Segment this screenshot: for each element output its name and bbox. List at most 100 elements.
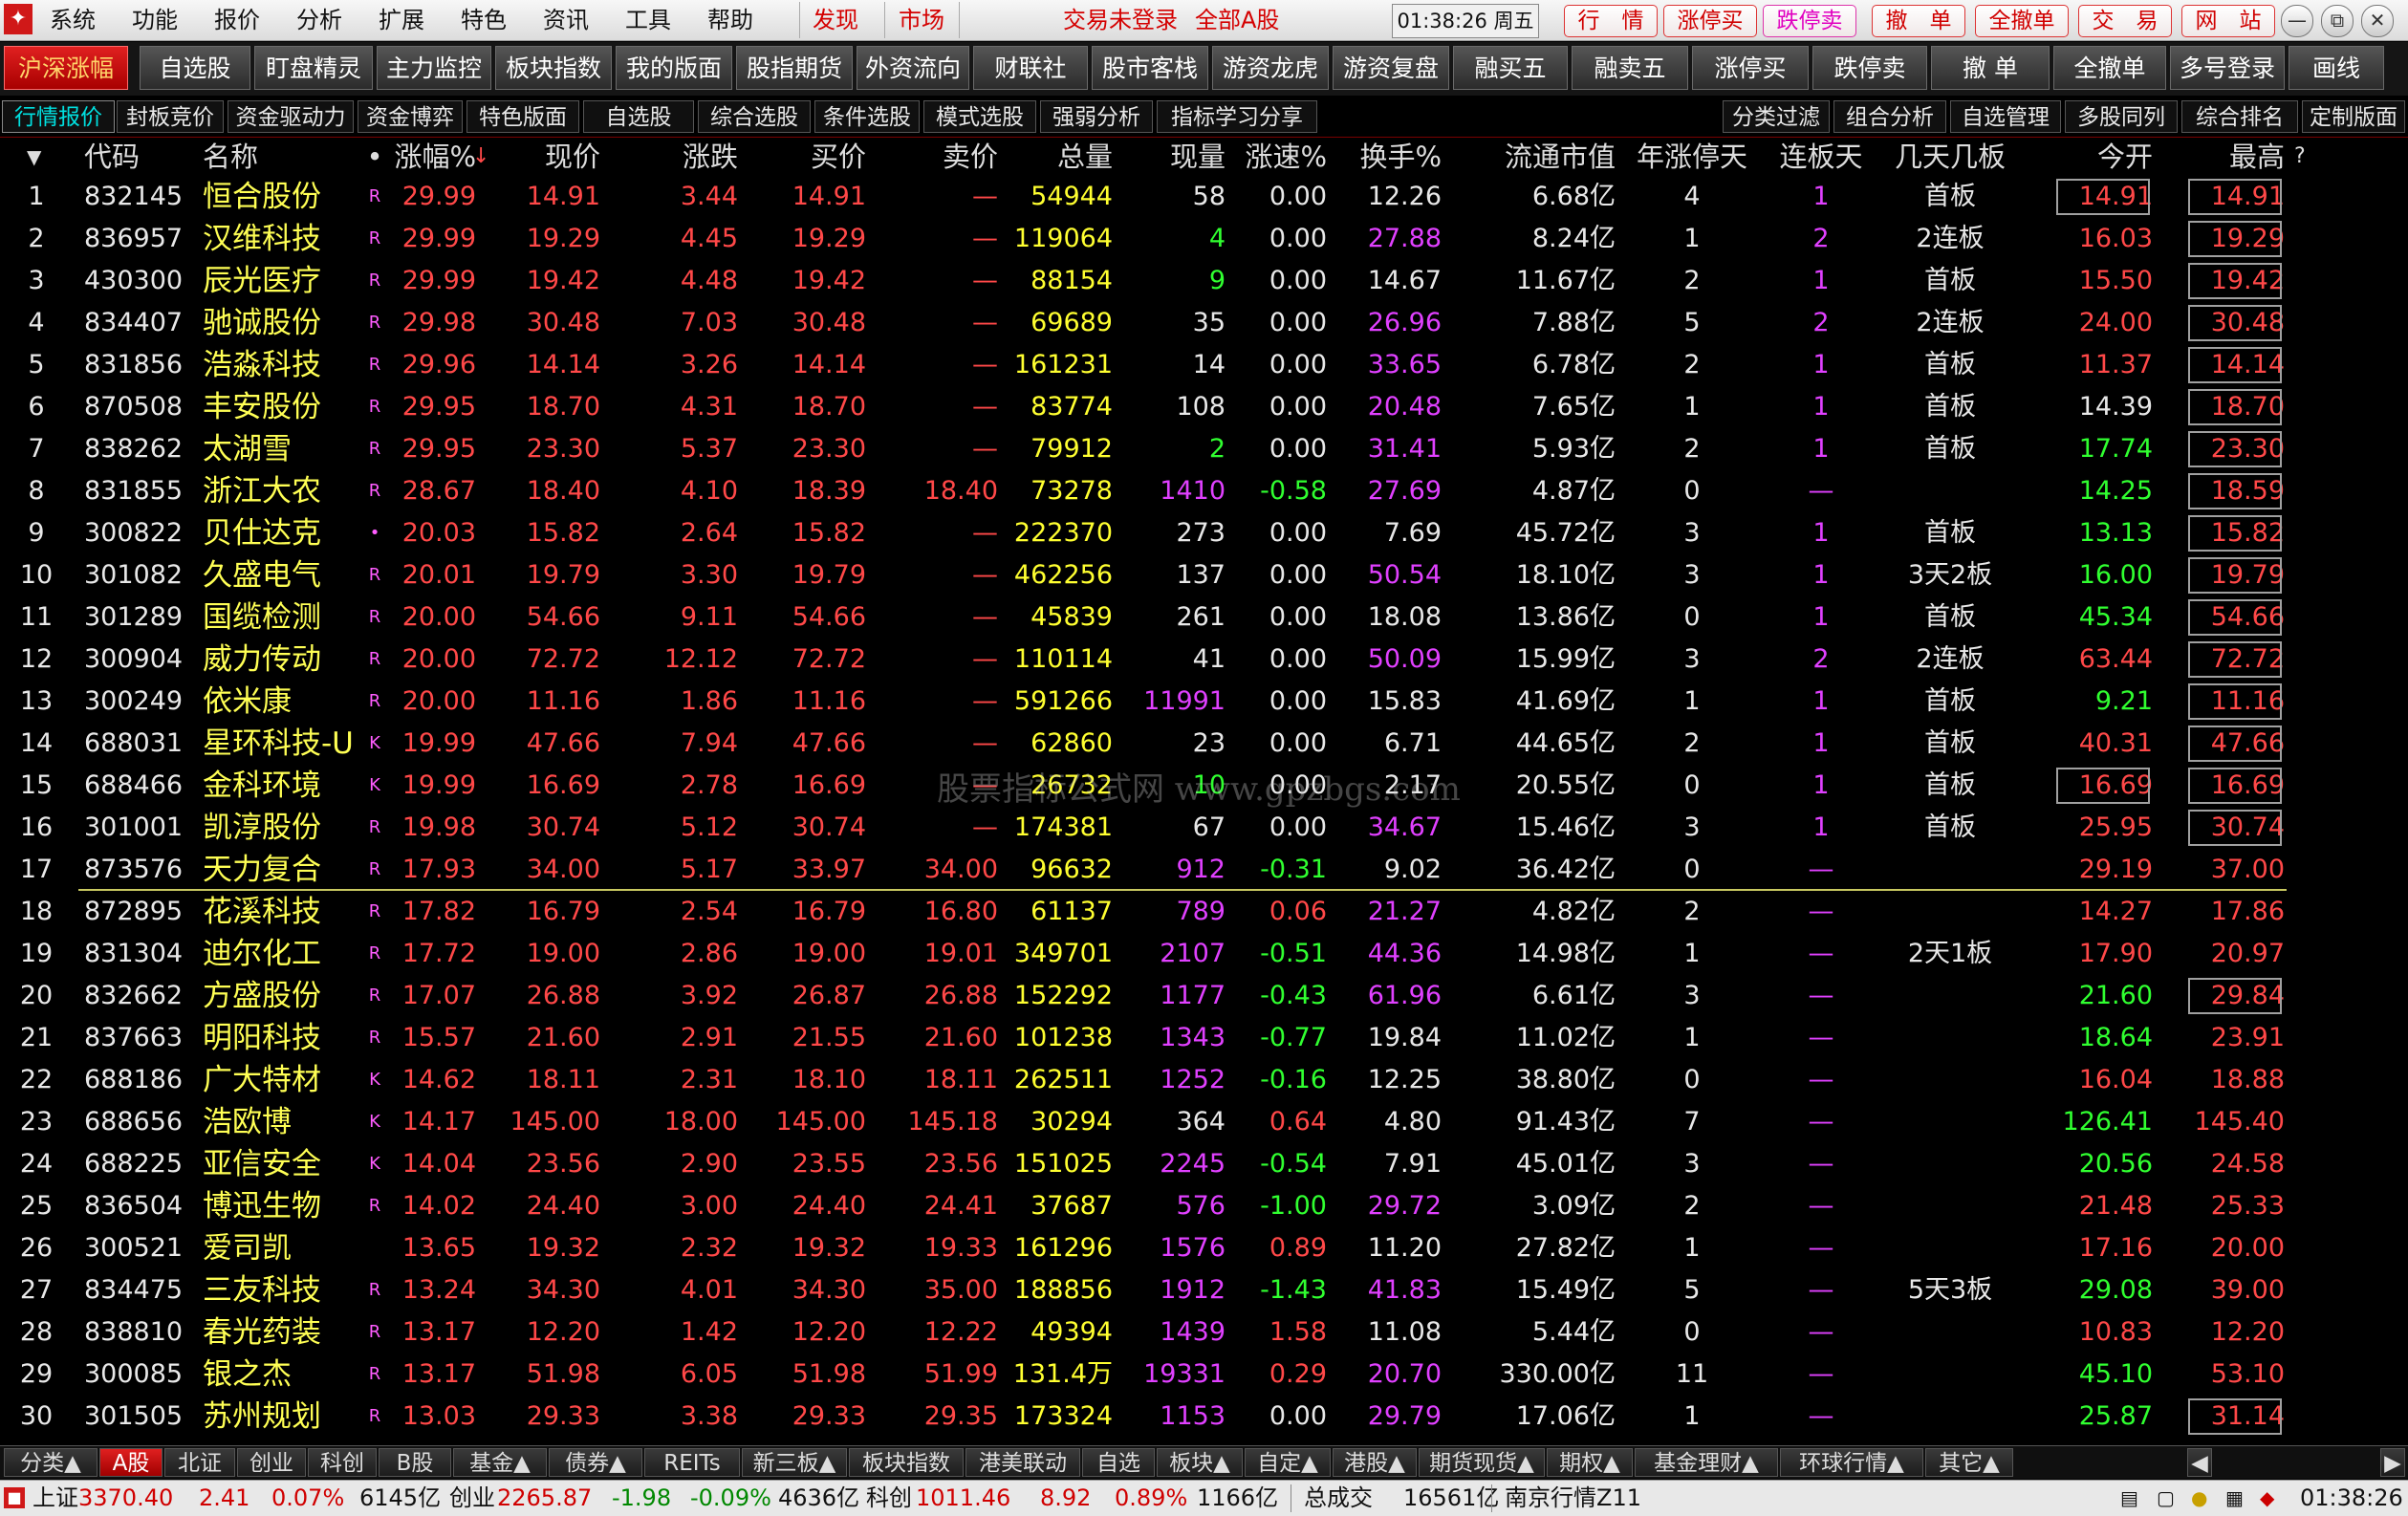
table-row[interactable]: 14 688031 星环科技-U K 19.99 47.66 7.94 47.66 — 62860… [0, 723, 2408, 765]
cell-name[interactable]: 天力复合 [203, 849, 346, 891]
cell-code[interactable]: 688656 [84, 1101, 184, 1143]
table-row[interactable]: 1 832145 恒合股份 R 29.99 14.91 3.44 14.91 — 54944 58 0… [0, 176, 2408, 218]
cell-code[interactable]: 832145 [84, 176, 184, 218]
table-row[interactable]: 3 430300 辰光医疗 R 29.99 19.42 4.48 19.42 — 88154 9 0.… [0, 260, 2408, 302]
module-button[interactable]: 游资复盘 [1333, 46, 1449, 90]
module-button[interactable]: 财联社 [973, 46, 1088, 90]
column-header-high[interactable]: 最高 [2185, 138, 2285, 176]
sub-tab-right[interactable]: 综合排名 [2181, 100, 2298, 133]
table-row[interactable]: 9 300822 贝仕达克 • 20.03 15.82 2.64 15.82 — 222370 27… [0, 512, 2408, 554]
column-header-cap[interactable]: 流通市值 [1464, 138, 1616, 176]
scroll-left-icon[interactable]: ◀ [2187, 1448, 2212, 1477]
module-button[interactable]: 沪深涨幅 [4, 46, 128, 90]
cell-name[interactable]: 丰安股份 [203, 386, 346, 428]
table-row[interactable]: 12 300904 威力传动 R 20.00 72.72 12.12 72.72—110114… [0, 639, 2408, 681]
module-button[interactable]: 股市客栈 [1092, 46, 1208, 90]
cell-code[interactable]: 836504 [84, 1185, 184, 1227]
cell-code[interactable]: 300521 [84, 1227, 184, 1269]
menu-function[interactable]: 功能 [132, 0, 178, 40]
cell-name[interactable]: 苏州规划 [203, 1396, 346, 1438]
category-tab[interactable]: 基金▲ [453, 1448, 547, 1477]
trade-button[interactable]: 交 易 [2078, 5, 2172, 37]
sub-tab-right[interactable]: 多股同列 [2065, 100, 2178, 133]
cell-name[interactable]: 依米康 [203, 681, 346, 723]
column-header-turn[interactable]: 换手% [1338, 138, 1442, 176]
column-header-pct[interactable]: 涨幅% [386, 138, 476, 176]
column-header-ask[interactable]: 卖价 [885, 138, 998, 176]
close-icon[interactable]: ✕ [2361, 5, 2394, 37]
cell-code[interactable]: 300822 [84, 512, 184, 554]
cell-name[interactable]: 浩欧博 [203, 1101, 346, 1143]
header-dropdown-icon[interactable]: ▼ [27, 138, 41, 176]
cell-code[interactable]: 836957 [84, 218, 184, 260]
document-icon[interactable]: ▢ [2157, 1481, 2175, 1516]
cell-name[interactable]: 浩淼科技 [203, 344, 346, 386]
table-row[interactable]: 5 831856 浩淼科技 R 29.96 14.14 3.26 14.14 — 161231 14… [0, 344, 2408, 386]
cell-name[interactable]: 方盛股份 [203, 975, 346, 1017]
help-icon[interactable]: ? [2294, 138, 2306, 176]
cell-name[interactable]: 三友科技 [203, 1269, 346, 1311]
cell-code[interactable]: 834407 [84, 302, 184, 344]
menu-analysis[interactable]: 分析 [296, 0, 342, 40]
cell-name[interactable]: 春光药装 [203, 1311, 346, 1354]
cell-name[interactable]: 驰诚股份 [203, 302, 346, 344]
module-button[interactable]: 融买五 [1453, 46, 1568, 90]
table-row[interactable]: 26 300521 爱司凯 13.65 19.32 2.32 19.32 19.33 16129… [0, 1227, 2408, 1269]
cell-code[interactable]: 301082 [84, 554, 184, 596]
menu-quote[interactable]: 报价 [214, 0, 260, 40]
scroll-right-icon[interactable]: ▶ [2380, 1448, 2405, 1477]
cell-name[interactable]: 久盛电气 [203, 554, 346, 596]
cell-code[interactable]: 832662 [84, 975, 184, 1017]
cell-code[interactable]: 872895 [84, 891, 184, 933]
table-row[interactable]: 6 870508 丰安股份 R 29.95 18.70 4.31 18.70 — 83774 108… [0, 386, 2408, 428]
category-tab[interactable]: 分类▲ [4, 1448, 98, 1477]
cell-code[interactable]: 834475 [84, 1269, 184, 1311]
menu-market[interactable]: 市场 [899, 0, 944, 40]
table-row[interactable]: 30 301505 苏州规划 R 13.03 29.33 3.38 29.33 29.35 173… [0, 1396, 2408, 1438]
category-tab[interactable]: 期权▲ [1547, 1448, 1633, 1477]
cell-code[interactable]: 301001 [84, 807, 184, 849]
category-tab[interactable]: B股 [379, 1448, 451, 1477]
sub-tab[interactable]: 条件选股 [814, 100, 920, 133]
table-row[interactable]: 16 301001 凯淳股份 R 19.98 30.74 5.12 30.74 — 174381 6… [0, 807, 2408, 849]
cancel-order-button[interactable]: 撤 单 [1872, 5, 1965, 37]
module-button[interactable]: 融卖五 [1572, 46, 1688, 90]
limit-up-buy-button[interactable]: 涨停买 [1663, 5, 1757, 37]
cell-code[interactable]: 300904 [84, 639, 184, 681]
website-button[interactable]: 网 站 [2181, 5, 2275, 37]
module-button[interactable]: 我的版面 [616, 46, 732, 90]
cell-name[interactable]: 金科环境 [203, 765, 346, 807]
grid-icon[interactable]: ▦ [2225, 1481, 2244, 1516]
cell-name[interactable]: 恒合股份 [203, 176, 346, 218]
module-button[interactable]: 撤 单 [1931, 46, 2050, 90]
module-button[interactable]: 跌停卖 [1812, 46, 1927, 90]
table-row[interactable]: 23 688656 浩欧博 K 14.17 145.00 18.00 145.00 145.18… [0, 1101, 2408, 1143]
column-header-chg[interactable]: 涨跌 [621, 138, 738, 176]
table-row[interactable]: 21 837663 明阳科技 R 15.57 21.60 2.91 21.55 21.60 101… [0, 1017, 2408, 1059]
cell-name[interactable]: 太湖雪 [203, 428, 346, 470]
cell-code[interactable]: 873576 [84, 849, 184, 891]
sub-tab[interactable]: 综合选股 [698, 100, 811, 133]
cell-code[interactable]: 688186 [84, 1059, 184, 1101]
module-button[interactable]: 外资流向 [857, 46, 969, 90]
limit-down-sell-button[interactable]: 跌停卖 [1763, 5, 1856, 37]
module-button[interactable]: 自选股 [140, 46, 250, 90]
category-tab[interactable]: 创业 [237, 1448, 306, 1477]
cell-code[interactable]: 831304 [84, 933, 184, 975]
column-header-pattern[interactable]: 几天几板 [1879, 138, 2021, 176]
column-header-code[interactable]: 代码 [84, 138, 184, 176]
category-tab[interactable]: 其它▲ [1925, 1448, 2013, 1477]
column-header-bid[interactable]: 买价 [755, 138, 866, 176]
restore-icon[interactable]: ⧉ [2321, 5, 2354, 37]
table-row[interactable]: 22 688186 广大特材 K 14.62 18.11 2.31 18.10 18.11 262… [0, 1059, 2408, 1101]
cell-name[interactable]: 花溪科技 [203, 891, 346, 933]
category-tab[interactable]: 板块▲ [1157, 1448, 1243, 1477]
category-tab[interactable]: 港美联动 [965, 1448, 1080, 1477]
cell-name[interactable]: 广大特材 [203, 1059, 346, 1101]
cell-code[interactable]: 831856 [84, 344, 184, 386]
sub-tab[interactable]: 模式选股 [923, 100, 1036, 133]
cell-code[interactable]: 301289 [84, 596, 184, 639]
table-row[interactable]: 27 834475 三友科技 R 13.24 34.30 4.01 34.30 35.00 188… [0, 1269, 2408, 1311]
cell-code[interactable]: 870508 [84, 386, 184, 428]
module-button[interactable]: 板块指数 [495, 46, 612, 90]
